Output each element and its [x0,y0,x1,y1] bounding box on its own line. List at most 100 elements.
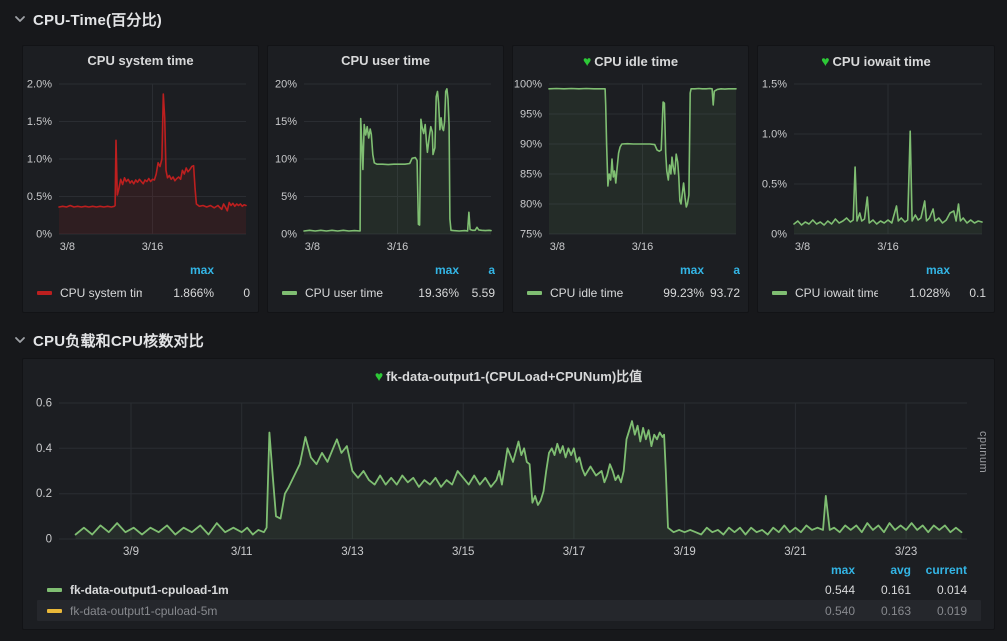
legend-header-max: max [142,263,214,277]
legend-header-max: max [799,563,855,579]
svg-text:0%: 0% [281,229,297,241]
svg-text:3/16: 3/16 [387,241,408,253]
legend: max CPU system time 1.866% 0 [23,262,258,302]
cpu-idle-time-chart[interactable]: 75%80%85%90%95%100%3/83/16 [513,76,748,254]
panel-cpu-user-time: CPU user time 0%5%10%15%20%3/83/16 max a… [267,45,504,313]
legend-max-value: 0.540 [799,604,855,618]
svg-text:3/8: 3/8 [305,241,320,253]
green-heart-icon: ♥ [583,53,591,69]
svg-text:3/8: 3/8 [795,241,810,253]
cpu-iowait-time-chart[interactable]: 0% 0.5% 1.0% 1.5% 3/8 3/16 [758,76,994,254]
legend-row-cpuload-5m: fk-data-output1-cpuload-5m 0.540 0.163 0… [37,600,981,621]
legend-row: CPU iowait time 1.028% 0.1 [758,284,994,302]
legend-current-value: 0.014 [911,583,967,597]
panel-cpu-system-time: CPU system time 0%0.5%1.0%1.5%2.0%3/83/1… [22,45,259,313]
svg-text:3/16: 3/16 [632,241,653,253]
series-swatch [47,609,62,613]
svg-text:0: 0 [46,534,52,546]
svg-text:0.6: 0.6 [36,398,52,410]
svg-text:0.5%: 0.5% [762,179,787,191]
legend: max a CPU user time 19.36% 5.59 [268,262,503,302]
cpu-system-time-chart[interactable]: 0%0.5%1.0%1.5%2.0%3/83/16 [23,76,258,254]
legend-max-value: 0.544 [799,583,855,597]
legend-row-cpuload-1m: fk-data-output1-cpuload-1m 0.544 0.161 0… [37,579,981,600]
legend-header-avg-clipped: a [704,263,740,277]
svg-text:20%: 20% [275,79,297,91]
panel-title[interactable]: CPU system time [23,53,258,68]
series-name[interactable]: fk-data-output1-cpuload-1m [70,583,799,597]
series-name[interactable]: CPU user time [305,286,387,300]
svg-text:95%: 95% [520,109,542,121]
legend-avg-value: 0.161 [855,583,911,597]
svg-text:3/8: 3/8 [550,241,565,253]
series-swatch [527,291,542,295]
svg-text:3/19: 3/19 [673,546,695,558]
legend-row: CPU system time 1.866% 0 [23,284,258,302]
legend-current-value: 0.019 [911,604,967,618]
series-name[interactable]: CPU iowait time [795,286,878,300]
green-heart-icon: ♥ [375,368,383,384]
grafana-dashboard: { "icons": { "heart": "♥" }, "colors": {… [0,0,1007,641]
svg-text:3/16: 3/16 [142,241,163,253]
legend-table: max avg current fk-data-output1-cpuload-… [37,563,981,621]
svg-text:80%: 80% [520,199,542,211]
svg-text:3/17: 3/17 [563,546,585,558]
series-name[interactable]: CPU system time [60,286,142,300]
legend-max-value: 19.36% [387,286,459,300]
svg-text:3/13: 3/13 [341,546,363,558]
section-header-cpu-load[interactable]: CPU负载和CPU核数对比 [14,329,204,351]
panel-title[interactable]: ♥fk-data-output1-(CPULoad+CPUNum)比值 [23,366,994,385]
right-axis-label: cpunum [977,431,989,473]
panel-title[interactable]: ♥CPU iowait time [758,53,994,69]
panel-title[interactable]: CPU user time [268,53,503,68]
svg-text:0%: 0% [771,229,787,241]
svg-text:3/8: 3/8 [60,241,75,253]
legend-avg-value-clipped: 93.72 [704,286,740,300]
legend-max-value: 1.028% [878,286,950,300]
section-header-cpu-time[interactable]: CPU-Time(百分比) [14,8,162,30]
legend-header-avg: avg [855,563,911,579]
svg-text:0.4: 0.4 [36,443,53,455]
legend-avg-value-clipped: 0 [214,286,250,300]
svg-text:1.0%: 1.0% [27,154,52,166]
svg-text:0%: 0% [36,229,52,241]
legend: max a CPU idle time 99.23% 93.72 [513,262,748,302]
legend-header-max: max [387,263,459,277]
panel-cpuload-ratio: ♥fk-data-output1-(CPULoad+CPUNum)比值 0 0.2… [22,358,995,630]
svg-text:3/23: 3/23 [895,546,917,558]
cpu-user-time-chart[interactable]: 0%5%10%15%20%3/83/16 [268,76,503,254]
legend-max-value: 1.866% [142,286,214,300]
section-title: CPU-Time(百分比) [33,9,162,30]
legend-header-max: max [878,263,950,277]
svg-text:5%: 5% [281,191,297,203]
svg-text:3/15: 3/15 [452,546,474,558]
svg-text:3/9: 3/9 [123,546,139,558]
svg-text:3/21: 3/21 [784,546,806,558]
section-title: CPU负载和CPU核数对比 [33,330,204,351]
legend-header-avg-clipped: a [459,263,495,277]
svg-text:0.2: 0.2 [36,488,52,500]
legend-max-value: 99.23% [632,286,704,300]
svg-text:1.0%: 1.0% [762,129,787,141]
series-swatch [772,291,787,295]
chevron-down-icon [14,13,26,25]
svg-text:75%: 75% [520,229,542,241]
panel-cpu-idle-time: ♥CPU idle time 75%80%85%90%95%100%3/83/1… [512,45,749,313]
svg-text:0.5%: 0.5% [27,191,52,203]
svg-text:90%: 90% [520,139,542,151]
green-heart-icon: ♥ [821,53,829,69]
svg-text:3/16: 3/16 [877,241,898,253]
panel-cpu-iowait-time: ♥CPU iowait time 0%0.5%1.0%1.5%3/83/16 m… [757,45,995,313]
cpuload-ratio-chart[interactable]: 00.20.40.63/93/113/133/153/173/193/213/2… [23,395,994,567]
svg-text:1.5%: 1.5% [762,79,787,91]
legend-row: CPU user time 19.36% 5.59 [268,284,503,302]
series-swatch [47,588,62,592]
legend-avg-value-clipped: 5.59 [459,286,495,300]
series-name[interactable]: fk-data-output1-cpuload-5m [70,604,799,618]
svg-text:1.5%: 1.5% [27,116,52,128]
series-name[interactable]: CPU idle time [550,286,632,300]
svg-text:10%: 10% [275,154,297,166]
panel-title[interactable]: ♥CPU idle time [513,53,748,69]
svg-text:100%: 100% [514,79,542,91]
series-swatch [37,291,52,295]
